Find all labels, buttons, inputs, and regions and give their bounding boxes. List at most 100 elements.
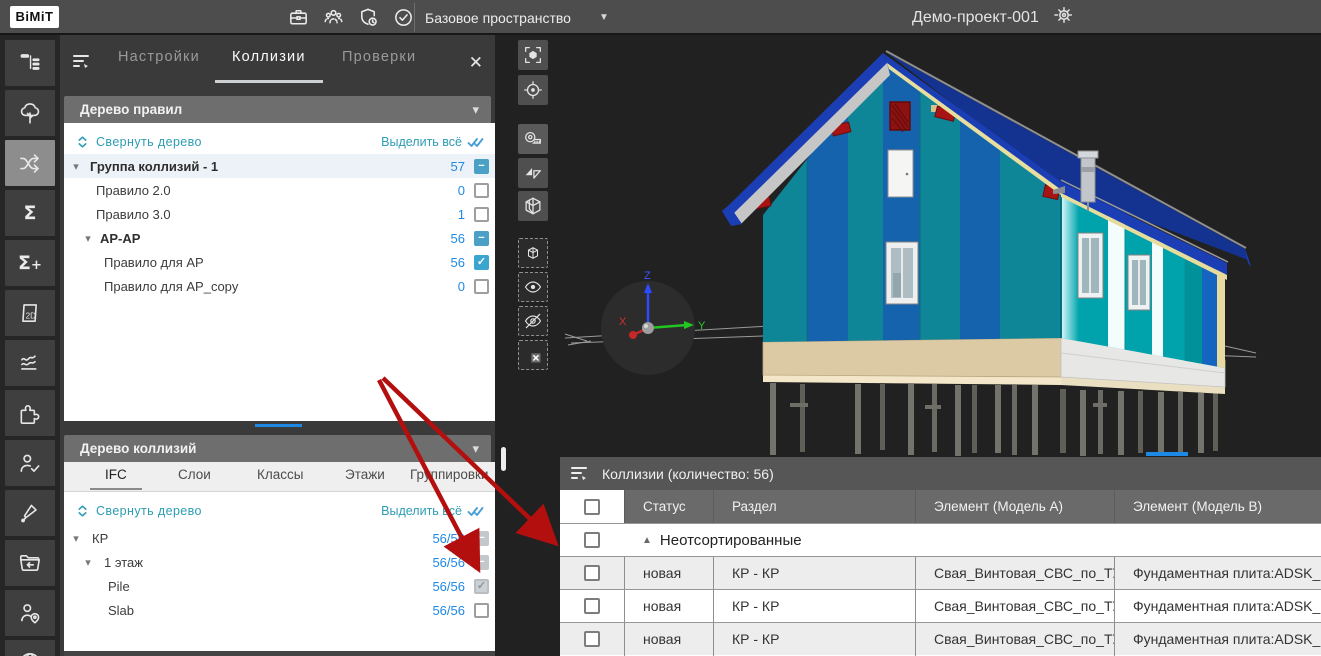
viewport-3d[interactable]: Z Y X	[495, 35, 1321, 656]
collisions-panel: Настройки Коллизии Проверки ✕ Дерево пра…	[60, 35, 495, 656]
collapse-tree-link[interactable]: Свернуть дерево	[96, 504, 202, 518]
select-all-link[interactable]: Выделить всё	[381, 504, 462, 518]
unfold-tree-icon[interactable]	[76, 135, 89, 149]
sidebar-item-environment[interactable]	[5, 90, 55, 136]
collapse-section-icon[interactable]: ▾	[472, 435, 479, 462]
tree-row[interactable]: Правило для АР_copy 0	[64, 274, 495, 298]
workspace-selector[interactable]: Базовое пространство ▼	[425, 0, 609, 35]
caret-down-icon[interactable]: ▾	[70, 160, 82, 173]
team-icon[interactable]	[321, 5, 346, 30]
tree-row[interactable]: Slab 56/56	[64, 598, 495, 622]
sidebar-item-sum-add[interactable]: Σ+	[5, 240, 55, 286]
checkbox-indeterminate[interactable]: −	[474, 159, 489, 174]
tree-row[interactable]: ▾ АР-АР 56 −	[64, 226, 495, 250]
section-plane-button[interactable]	[518, 158, 548, 188]
sidebar-item-collisions[interactable]	[5, 140, 55, 186]
app-logo[interactable]: BiMiT	[10, 6, 59, 28]
column-header-element-b[interactable]: Элемент (Модель В)	[1114, 490, 1321, 523]
sidebar-item-user-location[interactable]	[5, 590, 55, 636]
table-row[interactable]: новая КР - КР Свая_Винтовая_СВС_по_ТУ_ Ф…	[560, 556, 1321, 589]
tab-ifc[interactable]: IFC	[90, 467, 142, 490]
cell-section: КР - КР	[713, 623, 915, 656]
panel-menu-icon[interactable]	[72, 53, 92, 76]
sidebar-item-sum[interactable]: Σ	[5, 190, 55, 236]
fit-selection-button[interactable]	[518, 40, 548, 70]
checkbox-unchecked[interactable]	[474, 207, 489, 222]
shield-time-icon[interactable]	[356, 5, 381, 30]
tree-row[interactable]: Правило 3.0 1	[64, 202, 495, 226]
foundation-slab-front[interactable]	[763, 338, 1061, 377]
section-box-button[interactable]	[518, 191, 548, 221]
web-globe-icon	[17, 650, 43, 656]
close-icon[interactable]: ✕	[469, 53, 483, 73]
sidebar-item-plugins[interactable]	[5, 390, 55, 436]
checkbox-indeterminate-gray[interactable]: −	[474, 555, 489, 570]
sidebar-item-user-check[interactable]	[5, 440, 55, 486]
row-checkbox[interactable]	[584, 631, 600, 647]
unfold-tree-icon[interactable]	[76, 504, 89, 518]
door[interactable]	[888, 150, 913, 197]
checkbox-indeterminate-gray[interactable]: −	[474, 531, 489, 546]
tab-settings[interactable]: Настройки	[118, 49, 200, 83]
row-checkbox[interactable]	[584, 565, 600, 581]
tree-row[interactable]: ▾ Группа коллизий - 1 57 −	[64, 154, 495, 178]
check-circle-icon[interactable]	[391, 5, 416, 30]
checkbox-checked-gray[interactable]: ✓	[474, 579, 489, 594]
tab-layers[interactable]: Слои	[178, 467, 211, 490]
tree-row[interactable]: ▾ КР 56/56 −	[64, 526, 495, 550]
collision-tree-header[interactable]: Дерево коллизий ▾	[64, 435, 491, 462]
row-checkbox[interactable]	[584, 598, 600, 614]
select-all-checkbox[interactable]	[584, 499, 600, 515]
hide-selection-button[interactable]	[518, 306, 548, 336]
tab-collisions[interactable]: Коллизии	[215, 49, 323, 83]
sidebar-item-model-tree[interactable]	[5, 40, 55, 86]
tab-groupings[interactable]: Группировки	[410, 467, 488, 490]
double-check-icon[interactable]	[467, 136, 487, 149]
panel-resize-handle[interactable]	[501, 447, 506, 471]
table-row[interactable]: новая КР - КР Свая_Винтовая_СВС_по_ТУ_ Ф…	[560, 622, 1321, 655]
column-header-section[interactable]: Раздел	[713, 490, 915, 523]
caret-down-icon[interactable]: ▾	[82, 232, 94, 245]
column-header-element-a[interactable]: Элемент (Модель А)	[915, 490, 1114, 523]
checkbox-checked[interactable]: ✓	[474, 255, 489, 270]
checkbox-unchecked[interactable]	[474, 279, 489, 294]
table-row[interactable]: новая КР - КР Свая_Винтовая_СВС_по_ТУ_ Ф…	[560, 589, 1321, 622]
group-checkbox[interactable]	[584, 532, 600, 548]
collapse-section-icon[interactable]: ▾	[472, 96, 479, 123]
caret-down-icon[interactable]: ▾	[82, 556, 94, 569]
navigation-gizmo[interactable]: Z Y X	[601, 270, 706, 375]
double-check-icon[interactable]	[467, 505, 487, 518]
caret-down-icon[interactable]: ▾	[70, 532, 82, 545]
tree-row[interactable]: Правило 2.0 0	[64, 178, 495, 202]
table-menu-icon[interactable]	[570, 465, 590, 483]
group-row[interactable]: ▲ Неотсортированные	[560, 523, 1321, 556]
sidebar-item-web[interactable]	[5, 640, 55, 656]
rules-tree-header[interactable]: Дерево правил ▾	[64, 96, 491, 123]
tab-classes[interactable]: Классы	[257, 467, 303, 490]
tree-row[interactable]: Pile 56/56 ✓	[64, 574, 495, 598]
collision-tree-title: Дерево коллизий	[80, 441, 196, 456]
collision-count: 56/56	[432, 555, 465, 570]
checkbox-indeterminate[interactable]: −	[474, 231, 489, 246]
measure-button[interactable]	[518, 124, 548, 154]
column-header-status[interactable]: Статус	[624, 490, 713, 523]
settings-gear-icon[interactable]	[1053, 4, 1075, 31]
show-selection-button[interactable]	[518, 272, 548, 302]
tab-floors[interactable]: Этажи	[345, 467, 385, 490]
checkbox-unchecked[interactable]	[474, 603, 489, 618]
collapse-tree-link[interactable]: Свернуть дерево	[96, 135, 202, 149]
clear-selection-button[interactable]	[518, 340, 548, 370]
sidebar-item-construction[interactable]	[5, 490, 55, 536]
tree-row[interactable]: Правило для АР 56 ✓	[64, 250, 495, 274]
checkbox-unchecked[interactable]	[474, 183, 489, 198]
toolbox-icon[interactable]	[286, 5, 311, 30]
sidebar-item-import[interactable]	[5, 540, 55, 586]
isolate-selection-button[interactable]	[518, 238, 548, 268]
collapse-group-icon[interactable]: ▲	[642, 535, 652, 546]
sidebar-item-2d-sheet[interactable]: 2D	[5, 290, 55, 336]
tab-checks[interactable]: Проверки	[342, 49, 416, 83]
tree-row[interactable]: ▾ 1 этаж 56/56 −	[64, 550, 495, 574]
sidebar-item-charts[interactable]	[5, 340, 55, 386]
focus-target-button[interactable]	[518, 75, 548, 105]
select-all-link[interactable]: Выделить всё	[381, 135, 462, 149]
